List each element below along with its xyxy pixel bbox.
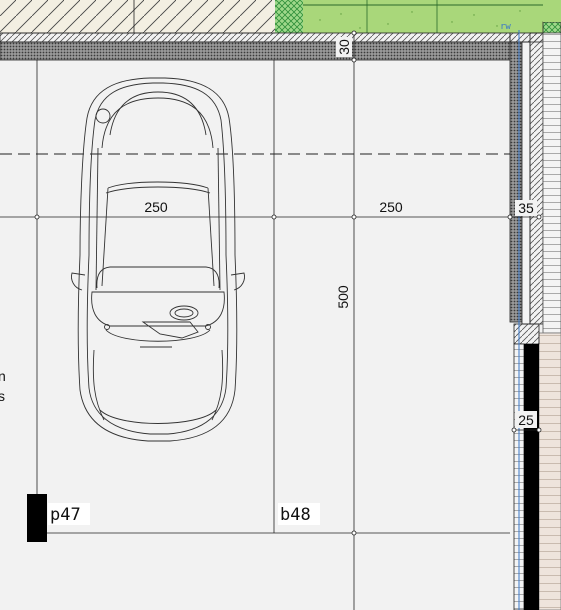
right-wall — [509, 32, 544, 325]
floor-plan-drawing: rw 30 250 250 500 35 25 n s p47 b48 — [0, 0, 561, 610]
dimension-bay-width-left: 250 — [140, 199, 172, 215]
space-label-right: b48 — [278, 503, 320, 525]
adjacent-building-lower — [538, 332, 561, 610]
rw-tag: rw — [500, 22, 511, 32]
top-wall — [0, 32, 523, 61]
column-block — [27, 494, 47, 542]
planter-hatch — [275, 0, 303, 33]
dimension-bay-width-right: 250 — [375, 199, 407, 215]
svg-text:500: 500 — [335, 285, 351, 309]
svg-text:35: 35 — [518, 200, 534, 216]
dimension-bay-depth: 500 — [334, 282, 351, 312]
space-label-left: p47 — [48, 503, 90, 525]
svg-text:p47: p47 — [50, 505, 81, 525]
svg-text:b48: b48 — [280, 505, 311, 525]
dimension-wall-right: 35 — [515, 200, 537, 216]
adjacent-building — [542, 32, 561, 334]
svg-text:25: 25 — [518, 412, 534, 428]
svg-text:250: 250 — [379, 199, 403, 215]
exterior-paving — [0, 0, 275, 34]
dimension-side-wall: 25 — [515, 411, 537, 428]
svg-text:250: 250 — [144, 199, 168, 215]
dimension-top-wall: 30 — [336, 37, 352, 57]
edge-text-top: n — [0, 368, 6, 384]
column-block — [524, 344, 539, 610]
lower-right-wall — [513, 323, 540, 610]
svg-text:30: 30 — [336, 39, 352, 55]
edge-text-bottom: s — [0, 388, 5, 404]
